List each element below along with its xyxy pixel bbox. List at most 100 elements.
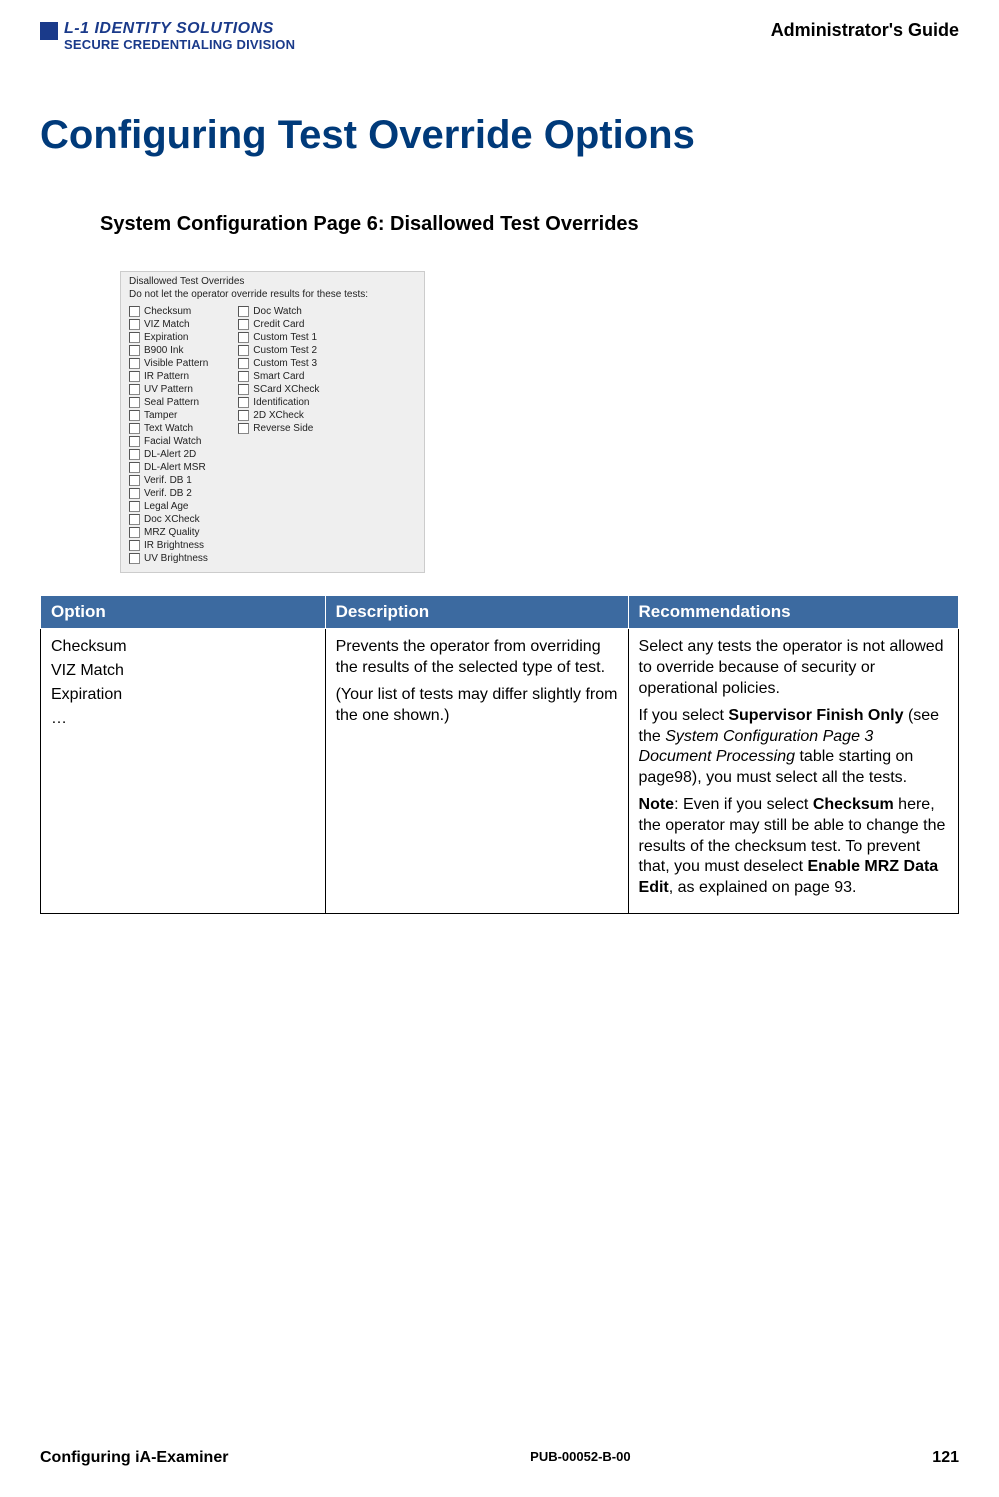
checkbox-label: IR Pattern	[144, 371, 189, 382]
fieldset-description: Do not let the operator override results…	[129, 289, 416, 300]
logo-icon	[40, 22, 58, 40]
checkbox-column-2: Doc Watch Credit Card Custom Test 1 Custom …	[238, 306, 319, 564]
checkbox-icon[interactable]	[129, 540, 140, 551]
checkbox-icon[interactable]	[129, 332, 140, 343]
checkbox-item: Tamper	[129, 410, 208, 421]
desc-p2: (Your list of tests may differ slightly …	[336, 685, 618, 727]
checkbox-label: Text Watch	[144, 423, 193, 434]
checkbox-icon[interactable]	[129, 488, 140, 499]
page-header: L-1 IDENTITY SOLUTIONS SECURE CREDENTIAL…	[40, 20, 959, 53]
checkbox-item: Verif. DB 1	[129, 475, 208, 486]
table-header-option: Option	[41, 596, 326, 629]
footer-left: Configuring iA-Examiner	[40, 1449, 228, 1467]
checkbox-label: Credit Card	[253, 319, 304, 330]
checkbox-icon[interactable]	[238, 306, 249, 317]
page-title: Configuring Test Override Options	[40, 113, 959, 158]
checkbox-label: Doc XCheck	[144, 514, 200, 525]
desc-p1: Prevents the operator from overriding th…	[336, 637, 618, 679]
checkbox-item: B900 Ink	[129, 345, 208, 356]
logo: L-1 IDENTITY SOLUTIONS SECURE CREDENTIAL…	[40, 20, 295, 53]
checkbox-icon[interactable]	[238, 423, 249, 434]
checkbox-item: Visible Pattern	[129, 358, 208, 369]
checkbox-item: DL-Alert MSR	[129, 462, 208, 473]
checkbox-icon[interactable]	[129, 306, 140, 317]
checkbox-icon[interactable]	[129, 397, 140, 408]
section-subtitle: System Configuration Page 6: Disallowed …	[100, 213, 959, 236]
checkbox-icon[interactable]	[238, 319, 249, 330]
checkbox-label: DL-Alert MSR	[144, 462, 206, 473]
footer-center: PUB-00052-B-00	[530, 1449, 630, 1467]
checkbox-item: Seal Pattern	[129, 397, 208, 408]
checkbox-icon[interactable]	[129, 384, 140, 395]
table-row: Checksum VIZ Match Expiration … Prevents th…	[41, 629, 959, 914]
checkbox-icon[interactable]	[129, 358, 140, 369]
config-screenshot: Disallowed Test Overrides Do not let the…	[120, 271, 425, 573]
checkbox-item: Facial Watch	[129, 436, 208, 447]
checkbox-item: Expiration	[129, 332, 208, 343]
checkbox-icon[interactable]	[129, 345, 140, 356]
checkbox-column-1: Checksum VIZ Match Expiration B900 Ink Visib…	[129, 306, 208, 564]
checkbox-icon[interactable]	[129, 475, 140, 486]
fieldset-label: Disallowed Test Overrides	[129, 276, 416, 287]
option-item: VIZ Match	[51, 661, 315, 682]
checkbox-item: VIZ Match	[129, 319, 208, 330]
checkbox-item: SCard XCheck	[238, 384, 319, 395]
checkbox-label: SCard XCheck	[253, 384, 319, 395]
option-item: …	[51, 709, 315, 730]
checkbox-icon[interactable]	[129, 501, 140, 512]
cell-option: Checksum VIZ Match Expiration …	[41, 629, 326, 914]
option-item: Checksum	[51, 637, 315, 658]
checkbox-icon[interactable]	[129, 319, 140, 330]
checkbox-label: B900 Ink	[144, 345, 183, 356]
checkbox-item: MRZ Quality	[129, 527, 208, 538]
checkbox-icon[interactable]	[129, 527, 140, 538]
checkbox-label: Reverse Side	[253, 423, 313, 434]
checkbox-label: UV Pattern	[144, 384, 193, 395]
checkbox-item: Custom Test 1	[238, 332, 319, 343]
checkbox-icon[interactable]	[129, 410, 140, 421]
checkbox-label: Legal Age	[144, 501, 189, 512]
footer-right: 121	[932, 1449, 959, 1467]
checkbox-label: Checksum	[144, 306, 191, 317]
checkbox-label: Identification	[253, 397, 309, 408]
checkbox-item: Custom Test 2	[238, 345, 319, 356]
checkbox-item: DL-Alert 2D	[129, 449, 208, 460]
checkbox-icon[interactable]	[238, 384, 249, 395]
checkbox-icon[interactable]	[238, 345, 249, 356]
checkbox-columns: Checksum VIZ Match Expiration B900 Ink Visib…	[129, 306, 416, 564]
checkbox-icon[interactable]	[129, 436, 140, 447]
option-item: Expiration	[51, 685, 315, 706]
checkbox-label: DL-Alert 2D	[144, 449, 196, 460]
checkbox-label: MRZ Quality	[144, 527, 200, 538]
checkbox-item: Reverse Side	[238, 423, 319, 434]
checkbox-label: Verif. DB 2	[144, 488, 192, 499]
checkbox-item: Doc Watch	[238, 306, 319, 317]
checkbox-icon[interactable]	[238, 358, 249, 369]
checkbox-label: Expiration	[144, 332, 188, 343]
checkbox-icon[interactable]	[129, 371, 140, 382]
logo-text: L-1 IDENTITY SOLUTIONS SECURE CREDENTIAL…	[64, 20, 295, 53]
checkbox-label: Custom Test 3	[253, 358, 317, 369]
page-footer: Configuring iA-Examiner PUB-00052-B-00 1…	[40, 1449, 959, 1467]
checkbox-item: Checksum	[129, 306, 208, 317]
checkbox-item: UV Pattern	[129, 384, 208, 395]
checkbox-icon[interactable]	[129, 449, 140, 460]
checkbox-icon[interactable]	[238, 371, 249, 382]
checkbox-icon[interactable]	[238, 410, 249, 421]
checkbox-icon[interactable]	[238, 332, 249, 343]
rec-p2: If you select Supervisor Finish Only (se…	[639, 706, 948, 789]
checkbox-icon[interactable]	[129, 514, 140, 525]
checkbox-item: Text Watch	[129, 423, 208, 434]
checkbox-item: Doc XCheck	[129, 514, 208, 525]
checkbox-icon[interactable]	[238, 397, 249, 408]
checkbox-icon[interactable]	[129, 462, 140, 473]
checkbox-item: Smart Card	[238, 371, 319, 382]
checkbox-item: Verif. DB 2	[129, 488, 208, 499]
checkbox-label: IR Brightness	[144, 540, 204, 551]
checkbox-label: Tamper	[144, 410, 177, 421]
logo-line1: L-1 IDENTITY SOLUTIONS	[64, 20, 295, 38]
checkbox-icon[interactable]	[129, 553, 140, 564]
checkbox-icon[interactable]	[129, 423, 140, 434]
checkbox-label: Smart Card	[253, 371, 304, 382]
checkbox-label: VIZ Match	[144, 319, 190, 330]
